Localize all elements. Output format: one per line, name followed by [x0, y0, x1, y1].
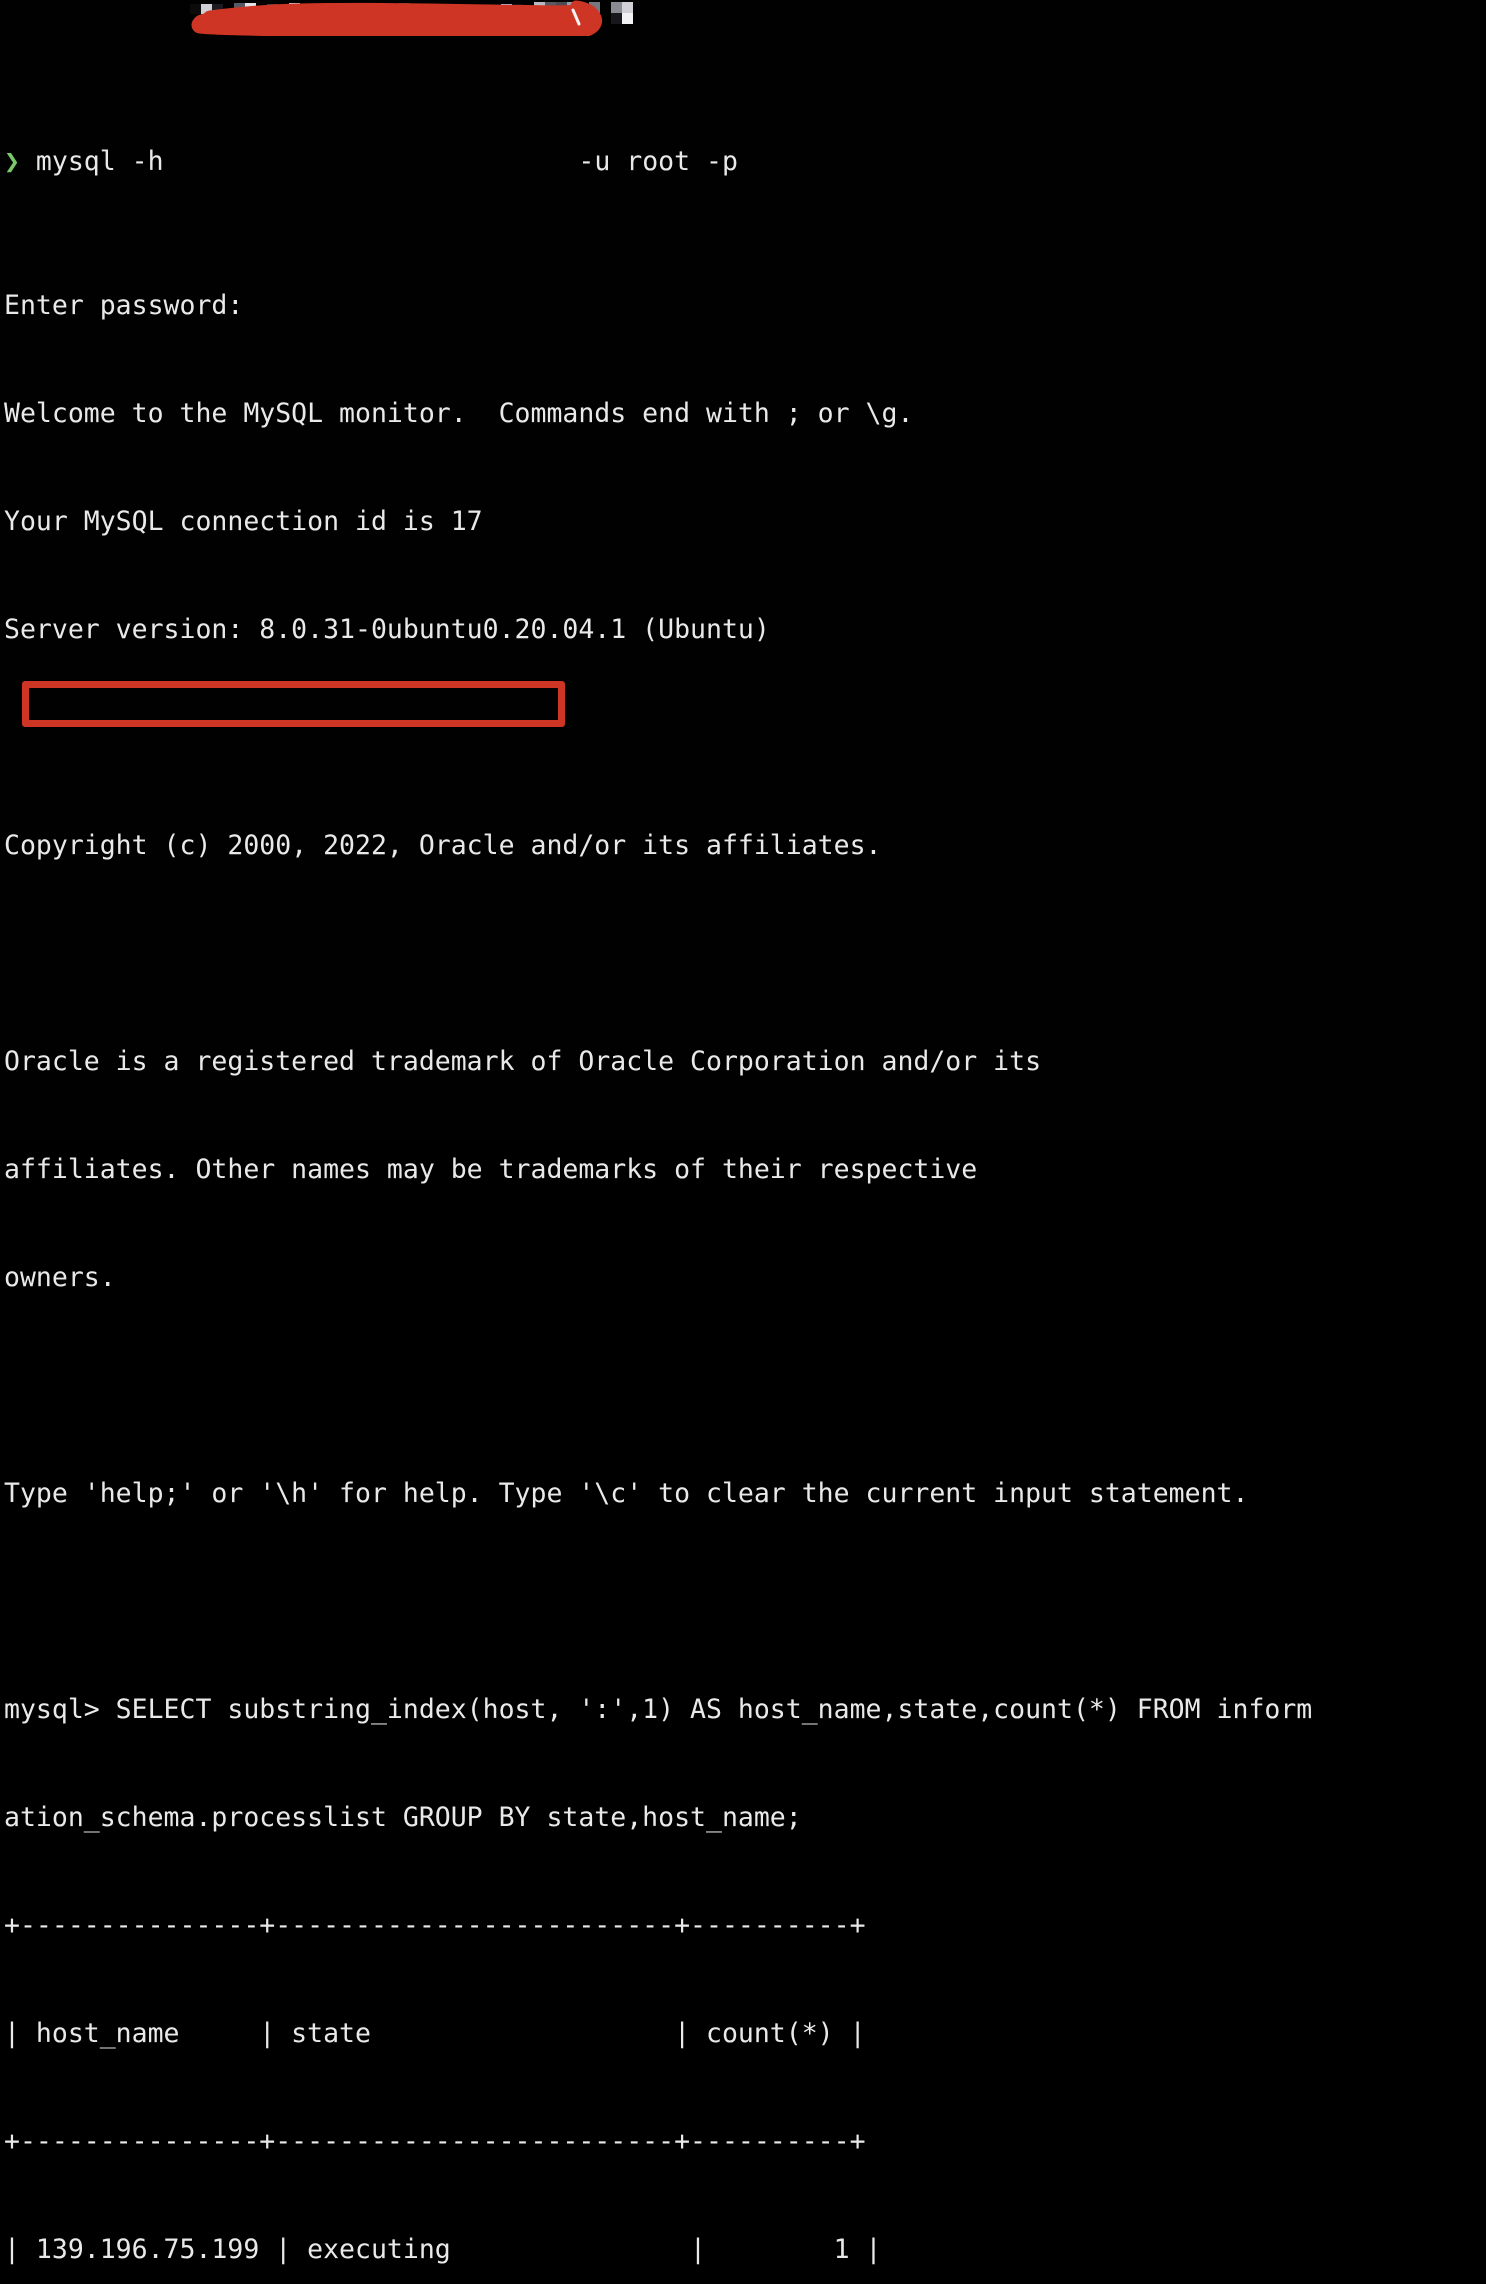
command-text: mysql -h -u root -p [19, 146, 738, 177]
output-line-9: owners. [4, 1262, 116, 1293]
output-line-4 [4, 720, 1486, 756]
table1-header-row: | host_name | state | count(*) | [4, 2018, 866, 2049]
output-line-5: Copyright (c) 2000, 2022, Oracle and/or … [4, 830, 882, 861]
output-line-12 [4, 1584, 1486, 1620]
output-line-2: Your MySQL connection id is 17 [4, 506, 483, 537]
output-line-1: Welcome to the MySQL monitor. Commands e… [4, 398, 914, 429]
terminal-window[interactable]: ❯ mysql -h -u root -p Enter password: We… [0, 0, 1486, 2265]
output-line-7: Oracle is a registered trademark of Orac… [4, 1046, 1042, 1077]
shell-prompt-chevron-icon: ❯ [4, 146, 20, 177]
terminal-output: ❯ mysql -h -u root -p Enter password: We… [4, 0, 1486, 2284]
sql-query-line-1: mysql> SELECT substring_index(host, ':',… [4, 1694, 1313, 1725]
output-line-0: Enter password: [4, 290, 244, 321]
table-row: | 139.196.75.199 | executing | 1 | [4, 2234, 882, 2265]
output-line-11: Type 'help;' or '\h' for help. Type '\c'… [4, 1478, 1249, 1509]
output-line-8: affiliates. Other names may be trademark… [4, 1154, 978, 1185]
table1-border-mid: +---------------+-----------------------… [4, 2126, 866, 2157]
output-line-6 [4, 936, 1486, 972]
output-line-3: Server version: 8.0.31-0ubuntu0.20.04.1 … [4, 614, 770, 645]
sql-query-line-2: ation_schema.processlist GROUP BY state,… [4, 1802, 802, 1833]
command-prompt-line: ❯ mysql -h -u root -p [4, 144, 1486, 180]
output-line-10 [4, 1368, 1486, 1404]
table1-border-top: +---------------+-----------------------… [4, 1910, 866, 1941]
